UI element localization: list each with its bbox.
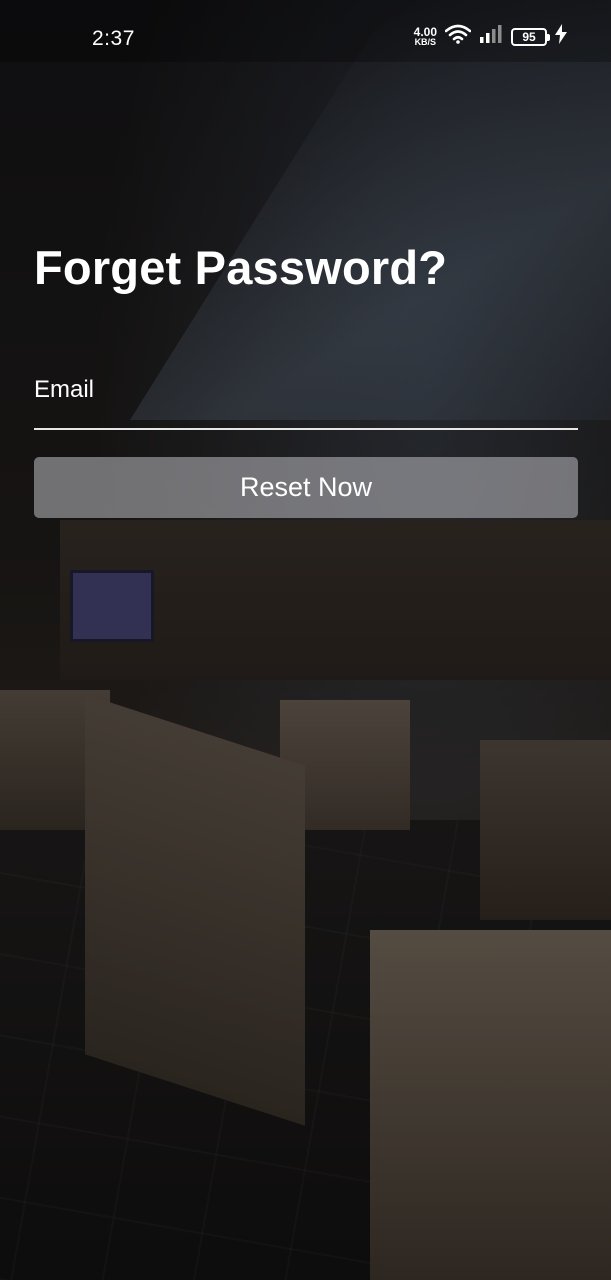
dark-overlay: [0, 0, 611, 1280]
email-input[interactable]: [34, 366, 578, 428]
battery-icon: 95: [511, 27, 550, 46]
charging-bolt-icon: [555, 24, 567, 49]
network-speed-value: 4.00: [413, 24, 437, 39]
email-field[interactable]: Email: [34, 366, 578, 430]
signal-icon: [479, 25, 503, 48]
status-bar: 2:37 4.00 KB/S 95: [0, 0, 611, 62]
status-icons: 4.00 KB/S 95: [414, 24, 567, 49]
network-speed-unit: KB/S: [414, 36, 437, 47]
wifi-icon: [444, 24, 472, 49]
network-speed: 4.00 KB/S: [413, 24, 437, 47]
battery-level: 95: [522, 29, 536, 44]
status-time: 2:37: [92, 27, 135, 50]
forget-password-screen: 2:37 4.00 KB/S 95 Forget Password? Email…: [0, 0, 611, 1280]
page-title: Forget Password?: [34, 241, 448, 294]
reset-now-button[interactable]: Reset Now: [34, 457, 578, 518]
